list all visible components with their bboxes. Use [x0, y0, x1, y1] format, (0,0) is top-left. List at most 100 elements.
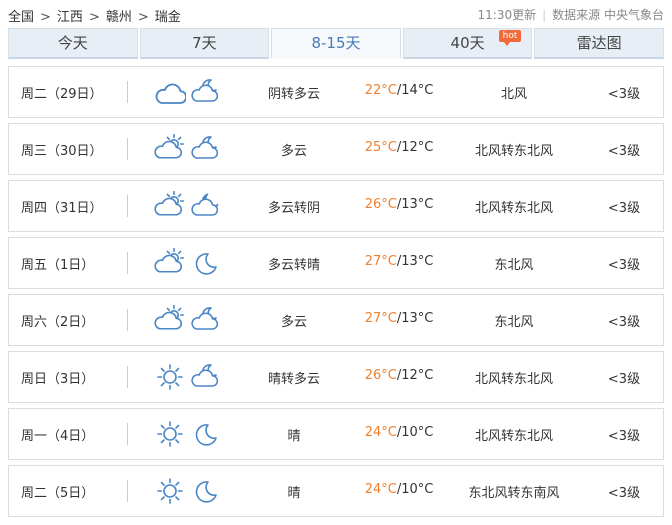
forecast-row: 周二（5日） 晴 24°C/10°C 东北风转东南风 <3级	[8, 465, 664, 517]
low-temperature: /13°C	[396, 254, 434, 269]
high-temperature: 22°C	[364, 83, 397, 98]
forecast-date: 周四（31日）	[21, 201, 103, 216]
forecast-row: 周六（2日） 多云 27°C/13°C 东北风 <3级	[8, 294, 664, 346]
low-temperature: /10°C	[396, 425, 434, 440]
breadcrumb-separator: >	[40, 10, 51, 25]
wind-level: <3级	[607, 429, 641, 444]
partly-cloudy-day-icon	[154, 191, 186, 221]
wind-direction: 北风转东北风	[474, 372, 553, 387]
tab-8-15-days[interactable]: 8-15天	[271, 28, 401, 59]
partly-cloudy-day-icon	[154, 305, 186, 335]
partly-cloudy-night-icon	[191, 362, 223, 392]
row-divider	[127, 309, 128, 331]
breadcrumb-item-county: 瑞金	[154, 10, 181, 25]
sun-icon	[154, 419, 186, 449]
low-temperature: /14°C	[396, 83, 434, 98]
moon-icon	[191, 476, 223, 506]
update-time: 11:30更新	[477, 8, 537, 22]
row-divider	[127, 81, 128, 103]
moon-icon	[191, 248, 223, 278]
forecast-row: 周五（1日） 多云转晴 27°C/13°C 东北风 <3级	[8, 237, 664, 289]
divider: |	[542, 8, 547, 22]
partly-cloudy-night-icon	[191, 305, 223, 335]
wind-level: <3级	[607, 87, 641, 102]
weather-description: 多云转阴	[267, 201, 320, 216]
forecast-row: 周二（29日） 阴转多云 22°C/14°C 北风 <3级	[8, 66, 664, 118]
wind-direction: 北风转东北风	[474, 201, 553, 216]
forecast-date: 周日（3日）	[21, 372, 95, 387]
weather-description: 阴转多云	[267, 87, 320, 102]
forecast-row: 周日（3日） 晴转多云 26°C/12°C 北风转东北风 <3级	[8, 351, 664, 403]
partly-cloudy-day-icon	[154, 248, 186, 278]
forecast-row: 周四（31日） 多云转阴 26°C/13°C 北风转东北风 <3级	[8, 180, 664, 232]
update-info: 11:30更新 | 数据来源 中央气象台	[478, 6, 664, 23]
low-temperature: /12°C	[396, 140, 434, 155]
wind-direction: 东北风	[494, 258, 534, 273]
tab-40-days[interactable]: 40天 hot	[402, 28, 533, 59]
wind-level: <3级	[607, 258, 641, 273]
weather-description: 晴转多云	[267, 372, 320, 387]
temperature-range: 24°C/10°C	[349, 425, 449, 440]
temperature-range: 24°C/10°C	[349, 482, 449, 497]
data-source: 数据来源 中央气象台	[552, 8, 664, 22]
temperature-range: 26°C/13°C	[349, 197, 449, 212]
breadcrumb: 全国 > 江西 > 赣州 > 瑞金	[8, 6, 181, 25]
high-temperature: 24°C	[364, 482, 397, 497]
high-temperature: 24°C	[364, 425, 397, 440]
breadcrumb-item-city[interactable]: 赣州	[106, 10, 132, 25]
wind-level: <3级	[607, 315, 641, 330]
forecast-date: 周六（2日）	[21, 315, 95, 330]
row-divider	[127, 366, 128, 388]
row-divider	[127, 252, 128, 274]
breadcrumb-item-province[interactable]: 江西	[57, 10, 83, 25]
forecast-date: 周五（1日）	[21, 258, 95, 273]
wind-level: <3级	[607, 144, 641, 159]
weather-description: 晴	[287, 486, 301, 501]
forecast-row: 周一（4日） 晴 24°C/10°C 北风转东北风 <3级	[8, 408, 664, 460]
partly-cloudy-day-icon	[154, 134, 186, 164]
breadcrumb-separator: >	[88, 10, 100, 25]
high-temperature: 26°C	[364, 197, 397, 212]
high-temperature: 26°C	[364, 368, 397, 383]
weather-description: 多云转晴	[267, 258, 320, 273]
temperature-range: 25°C/12°C	[349, 140, 449, 155]
row-divider	[127, 480, 128, 502]
forecast-row: 周三（30日） 多云 25°C/12°C 北风转东北风 <3级	[8, 123, 664, 175]
tab-radar[interactable]: 雷达图	[534, 28, 664, 59]
partly-cloudy-night-icon	[191, 77, 223, 107]
forecast-tabs: 今天 7天 8-15天 40天 hot 雷达图	[8, 28, 664, 59]
wind-direction: 东北风转东南风	[468, 486, 560, 501]
temperature-range: 26°C/12°C	[349, 368, 449, 383]
cloud-moon-icon	[191, 191, 223, 221]
top-bar: 全国 > 江西 > 赣州 > 瑞金 11:30更新 | 数据来源 中央气象台	[0, 0, 672, 28]
row-divider	[127, 195, 128, 217]
forecast-date: 周二（29日）	[21, 87, 103, 102]
weather-description: 晴	[287, 429, 301, 444]
cloud-icon	[154, 77, 186, 107]
tab-today[interactable]: 今天	[8, 28, 138, 59]
tab-7-days[interactable]: 7天	[139, 28, 270, 59]
partly-cloudy-night-icon	[191, 134, 223, 164]
sun-icon	[154, 476, 186, 506]
wind-direction: 北风转东北风	[474, 144, 553, 159]
forecast-date: 周二（5日）	[21, 486, 95, 501]
low-temperature: /13°C	[396, 311, 434, 326]
row-divider	[127, 423, 128, 445]
breadcrumb-item-country[interactable]: 全国	[8, 10, 34, 25]
temperature-range: 22°C/14°C	[349, 83, 449, 98]
low-temperature: /12°C	[396, 368, 434, 383]
row-divider	[127, 138, 128, 160]
tab-40-days-label: 40天	[450, 34, 485, 52]
temperature-range: 27°C/13°C	[349, 311, 449, 326]
wind-level: <3级	[607, 201, 641, 216]
weather-description: 多云	[280, 315, 307, 330]
wind-level: <3级	[607, 372, 641, 387]
wind-direction: 北风	[500, 87, 527, 102]
hot-badge: hot	[498, 30, 522, 46]
wind-level: <3级	[607, 486, 641, 501]
sun-icon	[154, 362, 186, 392]
low-temperature: /10°C	[396, 482, 434, 497]
high-temperature: 25°C	[364, 140, 397, 155]
high-temperature: 27°C	[364, 311, 397, 326]
forecast-list: 周二（29日） 阴转多云 22°C/14°C 北风 <3级 周三（30日） 多云 25°C/1…	[8, 66, 664, 522]
